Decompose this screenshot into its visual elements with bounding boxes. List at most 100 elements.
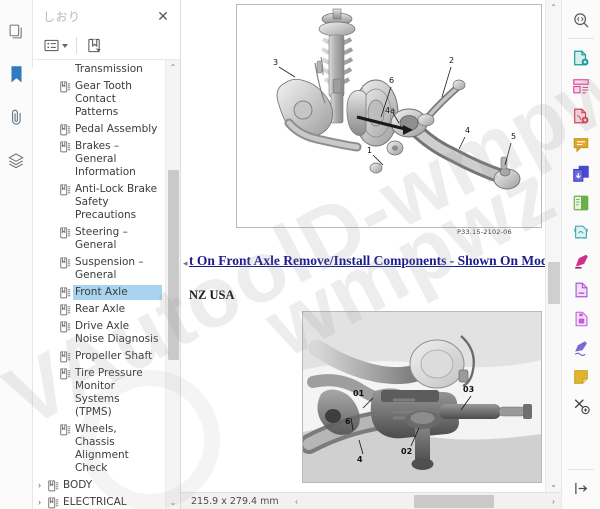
new-bookmark-button[interactable]: [84, 35, 105, 57]
save-doc-icon[interactable]: [566, 304, 596, 333]
bookmark-entry-icon: [58, 285, 73, 299]
page-size-label: 215.9 x 279.4 mm: [191, 495, 279, 507]
callout-2: 2: [449, 56, 454, 65]
organize-pages-icon[interactable]: [566, 72, 596, 101]
bookmark-item[interactable]: Gear Tooth Contact Patterns: [33, 78, 164, 121]
chevron-right-icon[interactable]: ›: [33, 495, 46, 507]
pdf-page: 3 6 2 4a 4 5 1 P33.15-2102-06 t On Front…: [189, 0, 545, 492]
bookmark-item[interactable]: Suspension – General: [33, 254, 164, 284]
bookmark-item[interactable]: Anti-Lock Brake Safety Precautions: [33, 181, 164, 224]
callout-4a: 4a: [385, 106, 395, 115]
panel-collapse-icon[interactable]: ◂: [183, 258, 188, 269]
bookmark-entry-icon: [58, 62, 73, 64]
bookmark-item[interactable]: Front Axle: [33, 284, 164, 301]
bookmark-item[interactable]: Pedal Assembly: [33, 121, 164, 138]
callout-02: 02: [401, 447, 412, 456]
layers-icon[interactable]: [2, 143, 30, 177]
status-bar: 215.9 x 279.4 mm ‹ ›: [181, 492, 561, 509]
attachment-icon[interactable]: [2, 100, 30, 134]
bookmark-entry-icon: [58, 255, 73, 269]
scroll-up-icon[interactable]: ⌃: [166, 60, 180, 74]
bookmark-entry-icon: [46, 478, 61, 492]
bookmark-item[interactable]: Transmission: [33, 61, 164, 78]
document-scrollbar-horizontal[interactable]: ‹ ›: [289, 492, 561, 509]
bookmark-item-label: Wheels, Chassis Alignment Check: [75, 423, 129, 474]
bookmark-icon[interactable]: [2, 57, 36, 91]
bookmark-entry-icon: [58, 302, 73, 316]
bookmark-item-label: Tire Pressure Monitor Systems (TPMS): [75, 367, 143, 418]
combine-files-icon[interactable]: [566, 159, 596, 188]
bookmark-item[interactable]: Brakes – General Information: [33, 138, 164, 181]
tools-icon[interactable]: [566, 391, 596, 420]
document-subtitle: NZ USA: [189, 288, 235, 302]
tools-rail: [561, 0, 600, 509]
scrollbar-thumb[interactable]: [168, 170, 179, 360]
bookmark-item[interactable]: › ELECTRICAL: [33, 494, 164, 509]
bookmark-entry-icon: [58, 225, 73, 239]
scroll-down-icon[interactable]: ⌄: [546, 477, 561, 492]
bookmark-item[interactable]: Tire Pressure Monitor Systems (TPMS): [33, 365, 164, 421]
callout-01: 01: [353, 389, 365, 398]
comment-icon[interactable]: [566, 130, 596, 159]
scroll-up-icon[interactable]: ⌃: [546, 0, 561, 15]
bookmark-item-label: Drive Axle Noise Diagnosis: [75, 320, 159, 345]
search-zoom-icon[interactable]: [566, 6, 596, 35]
create-pdf-icon[interactable]: [566, 101, 596, 130]
callout-6b: 6: [345, 417, 351, 426]
signature-icon[interactable]: [566, 333, 596, 362]
bookmark-item-label: Gear Tooth Contact Patterns: [75, 80, 132, 118]
bookmark-options-button[interactable]: [41, 35, 71, 57]
document-scrollbar-vertical[interactable]: ⌃ ⌄: [545, 0, 561, 492]
callout-3: 3: [273, 58, 278, 67]
export-pdf-icon[interactable]: [566, 43, 596, 72]
scroll-left-icon[interactable]: ‹: [289, 493, 304, 509]
bookmark-entry-icon: [58, 422, 73, 436]
bookmark-tree-container: Transmission Gear Tooth Contact Patterns P…: [33, 60, 180, 509]
bookmark-panel: しおり ✕ Transmission Gear Tooth Contact Pa…: [33, 0, 181, 509]
bookmark-entry-icon: [58, 79, 73, 93]
bookmark-item-label: Front Axle: [73, 285, 162, 300]
highlighter-icon[interactable]: [566, 246, 596, 275]
chevron-right-icon[interactable]: ›: [33, 478, 46, 490]
scrollbar-thumb[interactable]: [548, 262, 560, 304]
close-icon[interactable]: ✕: [154, 7, 172, 25]
pdf-reader-window: しおり ✕ Transmission Gear Tooth Contact Pa…: [0, 0, 600, 509]
compare-files-icon[interactable]: [566, 188, 596, 217]
scroll-down-icon[interactable]: ⌄: [166, 495, 180, 509]
hscroll-track[interactable]: [304, 492, 546, 509]
scroll-right-icon[interactable]: ›: [546, 493, 561, 509]
callout-03: 03: [463, 385, 474, 394]
bookmark-item[interactable]: › BODY: [33, 477, 164, 494]
sticky-note-icon[interactable]: [566, 362, 596, 391]
bookmark-item-label: Pedal Assembly: [75, 123, 158, 135]
bookmark-item[interactable]: Wheels, Chassis Alignment Check: [33, 421, 164, 477]
bookmark-item-label: Suspension – General: [75, 256, 144, 281]
bookmark-scrollbar[interactable]: ⌃ ⌄: [165, 60, 180, 509]
bookmark-panel-title: しおり: [43, 9, 81, 24]
figure1-drawing: 3 6 2 4a 4 5 1: [273, 8, 521, 190]
left-navigation-rail: [0, 0, 36, 509]
bookmark-item[interactable]: Steering – General: [33, 224, 164, 254]
document-heading-link[interactable]: t On Front Axle Remove/Install Component…: [189, 253, 545, 269]
bookmark-item-label: ELECTRICAL: [63, 496, 127, 508]
protect-pdf-icon[interactable]: [566, 217, 596, 246]
bookmark-item-label: Steering – General: [75, 226, 128, 251]
chevron-down-icon: [62, 43, 68, 48]
rail-divider-bottom: [568, 469, 594, 470]
thumbnails-icon[interactable]: [2, 14, 30, 48]
bookmark-tree[interactable]: Transmission Gear Tooth Contact Patterns P…: [33, 60, 164, 509]
figure-install-photo: 01 02 03 4 6: [302, 311, 542, 483]
bookmark-item[interactable]: Drive Axle Noise Diagnosis: [33, 318, 164, 348]
bookmark-item[interactable]: Propeller Shaft: [33, 348, 164, 365]
scrollbar-thumb[interactable]: [414, 494, 494, 508]
page-tool-icon[interactable]: [566, 275, 596, 304]
collapse-panel-icon[interactable]: [566, 474, 596, 503]
bookmark-item[interactable]: Rear Axle: [33, 301, 164, 318]
toolbar-divider: [76, 37, 77, 54]
